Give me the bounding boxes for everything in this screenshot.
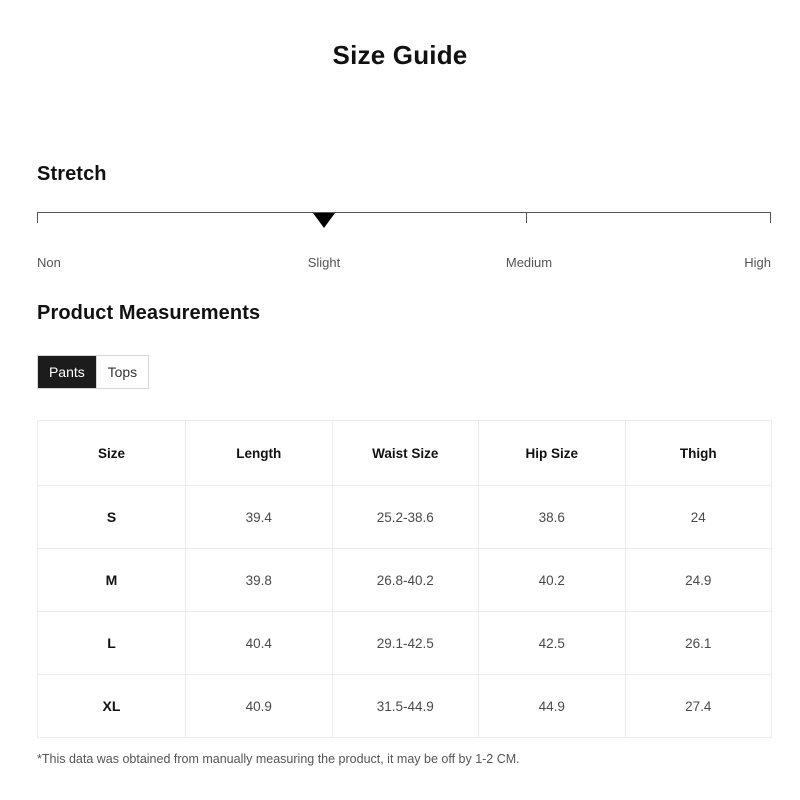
table-row: L 40.4 29.1-42.5 42.5 26.1 [37,611,772,675]
stretch-tick-non [37,212,38,223]
cell-hip: 38.6 [478,485,626,549]
stretch-label-medium: Medium [505,255,553,270]
cell-waist: 31.5-44.9 [331,674,479,738]
cell-length: 39.4 [185,485,333,549]
product-measurements-heading: Product Measurements [37,302,261,324]
column-header-size: Size [37,420,186,486]
table-row: XL 40.9 31.5-44.9 44.9 27.4 [37,674,772,738]
tab-tops[interactable]: Tops [95,356,148,388]
tab-pants[interactable]: Pants [38,356,96,388]
stretch-label-high: High [744,255,771,270]
stretch-label-slight: Slight [307,255,341,270]
cell-thigh: 27.4 [624,674,772,738]
stretch-tick-medium [526,212,527,223]
cell-thigh: 24 [624,485,772,549]
table-row: S 39.4 25.2-38.6 38.6 24 [37,485,772,549]
cell-size: L [37,611,186,675]
cell-size: M [37,548,186,612]
cell-size: XL [37,674,186,738]
stretch-tick-high [770,212,771,223]
stretch-scale: Non Slight Medium High [37,212,771,274]
cell-length: 40.9 [185,674,333,738]
column-header-waist: Waist Size [331,420,479,486]
table-row: M 39.8 26.8-40.2 40.2 24.9 [37,548,772,612]
cell-waist: 26.8-40.2 [331,548,479,612]
cell-length: 40.4 [185,611,333,675]
stretch-label-non: Non [37,255,61,270]
size-guide-page: Size Guide Stretch Non Slight Medium Hig… [0,0,800,800]
cell-length: 39.8 [185,548,333,612]
cell-hip: 42.5 [478,611,626,675]
page-title: Size Guide [332,40,468,70]
measurement-tabs: Pants Tops [37,355,149,389]
stretch-scale-line [37,212,771,213]
cell-hip: 40.2 [478,548,626,612]
cell-thigh: 26.1 [624,611,772,675]
cell-size: S [37,485,186,549]
cell-waist: 25.2-38.6 [331,485,479,549]
measurement-footnote: *This data was obtained from manually me… [37,752,520,766]
cell-waist: 29.1-42.5 [331,611,479,675]
measurements-table: Size Length Waist Size Hip Size Thigh S … [37,420,772,738]
cell-thigh: 24.9 [624,548,772,612]
stretch-heading: Stretch [37,163,107,185]
column-header-hip: Hip Size [478,420,626,486]
cell-hip: 44.9 [478,674,626,738]
table-header-row: Size Length Waist Size Hip Size Thigh [37,420,772,486]
down-triangle-marker-icon [313,213,335,228]
column-header-thigh: Thigh [624,420,772,486]
column-header-length: Length [185,420,333,486]
